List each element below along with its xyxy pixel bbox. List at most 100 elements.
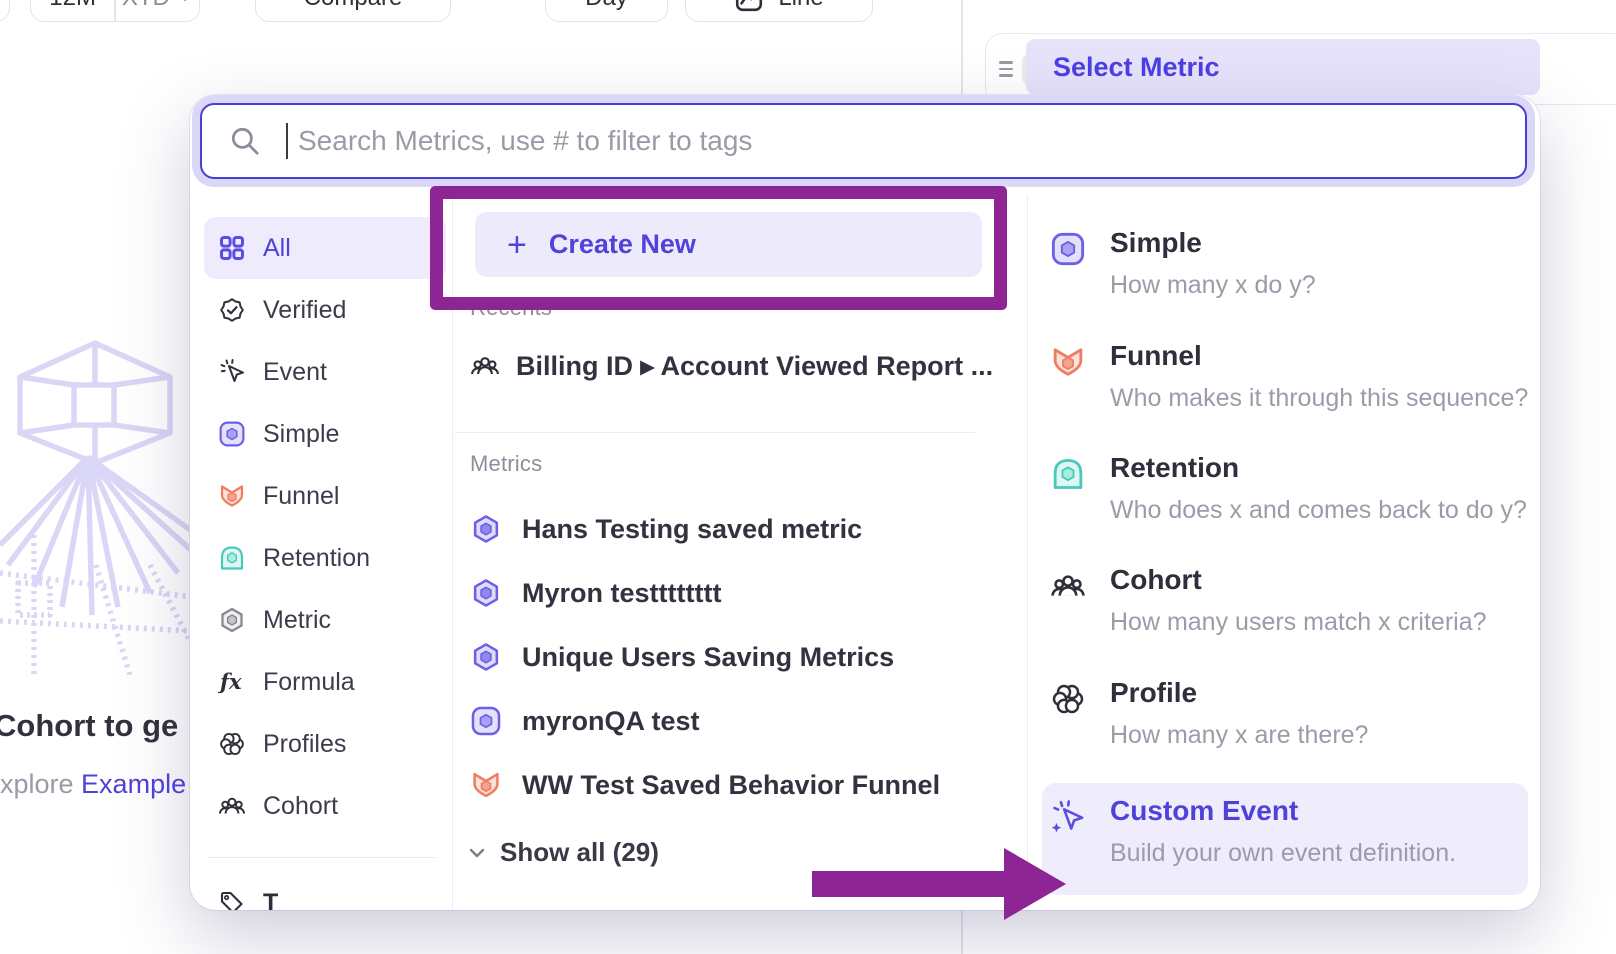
type-description: Who does x and comes back to do y? [1110, 496, 1527, 525]
type-title: Custom Event [1110, 795, 1298, 827]
simple-metric-icon [218, 420, 246, 448]
sidebar-item-simple[interactable]: Simple [204, 403, 446, 465]
cohort-people-icon [470, 351, 500, 381]
cohort-people-icon [218, 792, 246, 820]
day-label: Day [585, 0, 628, 12]
metric-list-item[interactable]: Unique Users Saving Metrics [470, 628, 980, 686]
sidebar-item-label: Verified [263, 296, 346, 325]
sidebar-item-funnel[interactable]: Funnel [204, 465, 446, 527]
compare-label: Compare [304, 0, 403, 12]
drag-handle-icon[interactable] [999, 61, 1013, 76]
type-row-simple[interactable]: Simple How many x do y? [1042, 227, 1530, 327]
cohort-people-icon [1050, 568, 1086, 604]
funnel-icon [1050, 344, 1086, 380]
svg-text:ƒx: ƒx [218, 669, 242, 694]
granularity-day-button[interactable]: Day [545, 0, 668, 22]
metrics-header: Metrics [470, 451, 542, 477]
example-boards-link[interactable]: Example [81, 769, 186, 799]
cursor-click-icon [218, 358, 246, 386]
type-row-profile[interactable]: Profile How many x are there? [1042, 677, 1530, 777]
sidebar-item-label: Metric [263, 606, 331, 635]
line-chart-icon [734, 0, 764, 13]
metric-list-item[interactable]: Hans Testing saved metric [470, 500, 980, 558]
range-12m-button[interactable]: 12M [31, 0, 114, 21]
sidebar-item-label: T [263, 889, 278, 911]
search-input[interactable] [298, 125, 1525, 157]
type-title: Profile [1110, 677, 1197, 709]
sidebar-item-label: Funnel [263, 482, 339, 511]
grid-icon [218, 234, 246, 262]
type-row-custom-event[interactable]: Custom Event Build your own event defini… [1042, 795, 1530, 895]
range-12m-label: 12M [49, 0, 96, 12]
metric-list-item[interactable]: myronQA test [470, 692, 980, 750]
line-label: Line [778, 0, 823, 12]
sidebar-divider [208, 857, 436, 858]
annotation-highlight-box [430, 186, 1007, 310]
annotation-arrow-head-icon [1004, 848, 1066, 920]
section-divider [455, 432, 975, 433]
metric-item-label: Myron testttttttt [522, 578, 721, 609]
simple-metric-icon [1050, 231, 1086, 267]
metric-item-label: WW Test Saved Behavior Funnel [522, 770, 940, 801]
column-divider [1027, 195, 1028, 910]
profiles-flower-icon [1050, 681, 1086, 717]
range-xtd-label: XTD [122, 0, 170, 12]
sidebar-item-label: Cohort [263, 792, 338, 821]
sidebar-item-retention[interactable]: Retention [204, 527, 446, 589]
type-row-retention[interactable]: Retention Who does x and comes back to d… [1042, 452, 1530, 552]
sidebar-item-all[interactable]: All [204, 217, 446, 279]
type-description: Build your own event definition. [1110, 839, 1456, 868]
type-description: How many x are there? [1110, 721, 1368, 750]
funnel-icon [218, 482, 246, 510]
type-title: Simple [1110, 227, 1202, 259]
compare-button[interactable]: Compare [255, 0, 451, 22]
wireframe-cube-illustration [0, 335, 192, 675]
simple-metric-icon [470, 705, 502, 737]
retention-icon [1050, 456, 1086, 492]
type-row-cohort[interactable]: Cohort How many users match x criteria? [1042, 564, 1530, 664]
chart-type-line-button[interactable]: Line [685, 0, 873, 22]
text-cursor [286, 123, 288, 159]
show-all-label: Show all (29) [500, 837, 659, 868]
range-xtd-button[interactable]: XTD [116, 0, 199, 21]
empty-state-headline-fragment: Cohort to ge [0, 708, 178, 744]
show-all-toggle[interactable]: Show all (29) [466, 837, 659, 868]
empty-state-subtext-fragment: xplore Example [0, 769, 186, 800]
type-description: How many x do y? [1110, 271, 1316, 300]
hexagon-metric-icon [470, 641, 502, 673]
type-row-funnel[interactable]: Funnel Who makes it through this sequenc… [1042, 340, 1530, 440]
sidebar-item-metric[interactable]: Metric [204, 589, 446, 651]
type-description: How many users match x criteria? [1110, 608, 1487, 637]
type-title: Cohort [1110, 564, 1202, 596]
category-sidebar: All Verified Event Simple [204, 217, 446, 910]
retention-icon [218, 544, 246, 572]
metric-list-item[interactable]: WW Test Saved Behavior Funnel [470, 756, 980, 814]
sidebar-item-label: All [263, 234, 291, 263]
chevron-down-icon [466, 842, 488, 864]
select-metric-placeholder: Select Metric [1053, 52, 1220, 83]
verified-seal-icon [218, 296, 246, 324]
chevron-down-icon [177, 0, 193, 6]
sidebar-item-label: Formula [263, 668, 355, 697]
metric-item-label: Hans Testing saved metric [522, 514, 862, 545]
sidebar-item-cohort[interactable]: Cohort [204, 775, 446, 837]
sidebar-item-verified[interactable]: Verified [204, 279, 446, 341]
funnel-icon [470, 769, 502, 801]
metric-list-item[interactable]: Myron testttttttt [470, 564, 980, 622]
recent-item-label: Billing ID ▸ Account Viewed Report ... [516, 351, 993, 382]
search-icon [228, 124, 262, 158]
date-range-button-group[interactable]: 12M XTD [30, 0, 200, 22]
custom-event-icon [1050, 799, 1086, 835]
sidebar-item-tags-partial[interactable]: T [204, 872, 446, 910]
sidebar-item-event[interactable]: Event [204, 341, 446, 403]
sidebar-item-formula[interactable]: ƒx Formula [204, 651, 446, 713]
tag-icon [218, 889, 246, 910]
sidebar-item-label: Event [263, 358, 327, 387]
explore-text: xplore [0, 769, 81, 799]
recent-item[interactable]: Billing ID ▸ Account Viewed Report ... [470, 343, 993, 389]
toolbar-fragment-button[interactable] [0, 0, 10, 22]
sidebar-item-profiles[interactable]: Profiles [204, 713, 446, 775]
sidebar-item-label: Profiles [263, 730, 346, 759]
select-metric-field[interactable]: Select Metric [1026, 39, 1540, 95]
profiles-flower-icon [218, 730, 246, 758]
